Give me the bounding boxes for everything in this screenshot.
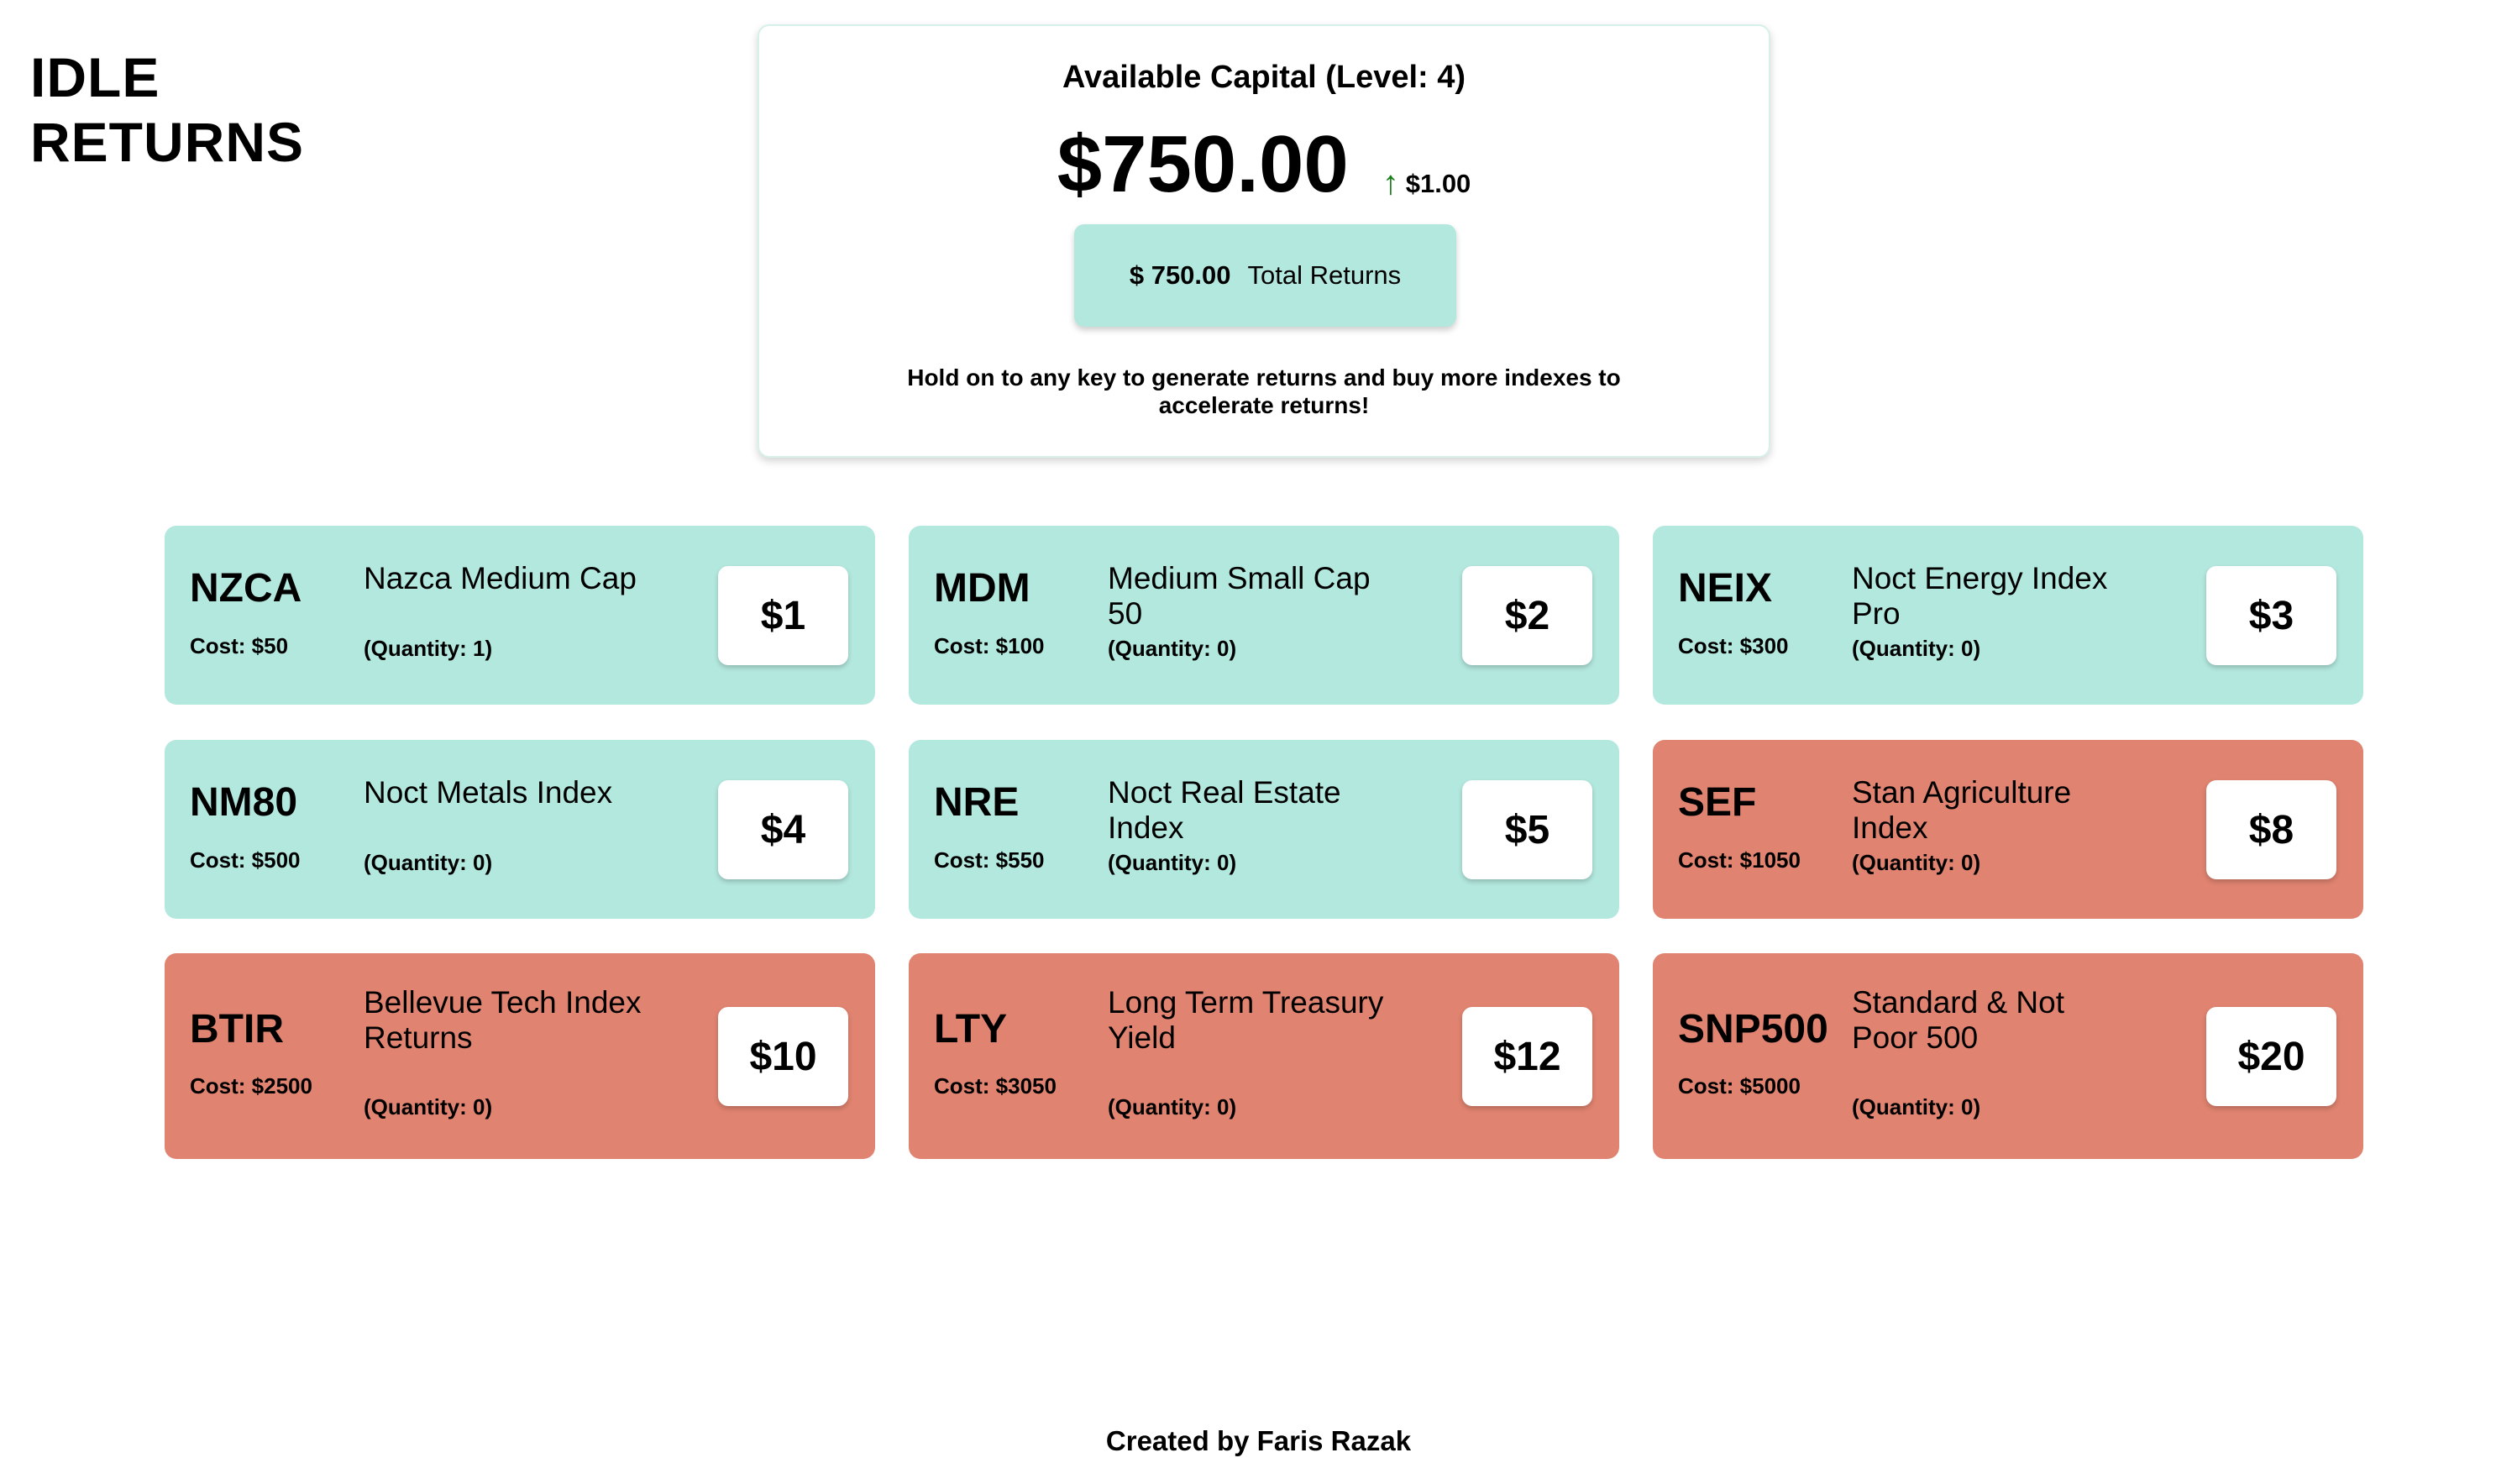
index-cost: Cost: $2500 xyxy=(190,1073,312,1099)
index-symbol: NRE xyxy=(934,780,1020,825)
index-quantity: (Quantity: 0) xyxy=(1108,636,1237,661)
index-rate-button[interactable]: $4 xyxy=(718,780,848,879)
index-rate-button[interactable]: $1 xyxy=(718,566,848,665)
index-quantity: (Quantity: 0) xyxy=(364,850,493,875)
index-cost: Cost: $1050 xyxy=(1678,847,1801,873)
index-card-mdm[interactable]: MDM Cost: $100 Medium Small Cap 50 (Quan… xyxy=(909,526,1619,705)
index-rate-button[interactable]: $12 xyxy=(1462,1007,1592,1106)
index-quantity: (Quantity: 0) xyxy=(1108,1094,1237,1120)
index-cost: Cost: $5000 xyxy=(1678,1073,1801,1099)
total-returns-box: $ 750.00 Total Returns xyxy=(1074,224,1456,327)
index-name: Medium Small Cap 50 xyxy=(1108,561,1371,631)
total-returns-amount: $ 750.00 xyxy=(1129,260,1231,290)
index-card-nre[interactable]: NRE Cost: $550 Noct Real Estate Index (Q… xyxy=(909,740,1619,919)
index-symbol: SNP500 xyxy=(1678,1007,1828,1051)
capital-title: Available Capital (Level: 4) xyxy=(1062,60,1466,95)
index-rate-button[interactable]: $20 xyxy=(2206,1007,2336,1106)
index-card-sef[interactable]: SEF Cost: $1050 Stan Agriculture Index (… xyxy=(1653,740,2363,919)
index-card-snp500[interactable]: SNP500 Cost: $5000 Standard & Not Poor 5… xyxy=(1653,953,2363,1159)
index-symbol: BTIR xyxy=(190,1007,284,1051)
index-symbol: NZCA xyxy=(190,566,302,611)
index-quantity: (Quantity: 0) xyxy=(364,1094,493,1120)
index-name: Stan Agriculture Index xyxy=(1852,775,2072,845)
index-cost: Cost: $300 xyxy=(1678,633,1789,658)
index-quantity: (Quantity: 0) xyxy=(1852,636,1981,661)
index-symbol: SEF xyxy=(1678,780,1757,825)
total-returns-label: Total Returns xyxy=(1247,260,1402,290)
index-name: Standard & Not Poor 500 xyxy=(1852,985,2064,1055)
index-name: Bellevue Tech Index Returns xyxy=(364,985,642,1055)
index-rate-button[interactable]: $3 xyxy=(2206,566,2336,665)
index-card-nzca[interactable]: NZCA Cost: $50 Nazca Medium Cap (Quantit… xyxy=(165,526,875,705)
index-symbol: MDM xyxy=(934,566,1030,611)
index-symbol: NEIX xyxy=(1678,566,1773,611)
up-arrow-icon: ↑ xyxy=(1382,165,1399,202)
index-name: Noct Metals Index xyxy=(364,775,613,810)
index-symbol: NM80 xyxy=(190,780,298,825)
index-symbol: LTY xyxy=(934,1007,1008,1051)
index-quantity: (Quantity: 1) xyxy=(364,636,493,661)
index-cost: Cost: $3050 xyxy=(934,1073,1057,1099)
index-rate-button[interactable]: $10 xyxy=(718,1007,848,1106)
capital-amount: $750.00 xyxy=(1057,119,1349,209)
index-quantity: (Quantity: 0) xyxy=(1108,850,1237,875)
instructions: Hold on to any key to generate returns a… xyxy=(907,364,1621,418)
index-cost: Cost: $500 xyxy=(190,847,301,873)
index-card-nm80[interactable]: NM80 Cost: $500 Noct Metals Index (Quant… xyxy=(165,740,875,919)
app-title: IDLE RETURNS xyxy=(30,45,304,175)
app-title-line2: RETURNS xyxy=(30,111,305,173)
index-name: Noct Energy Index Pro xyxy=(1852,561,2108,631)
index-name: Long Term Treasury Yield xyxy=(1108,985,1384,1055)
index-quantity: (Quantity: 0) xyxy=(1852,1094,1981,1120)
index-cost: Cost: $100 xyxy=(934,633,1045,658)
rate-value: $1.00 xyxy=(1405,168,1471,198)
app-title-line1: IDLE xyxy=(30,46,160,108)
index-card-lty[interactable]: LTY Cost: $3050 Long Term Treasury Yield… xyxy=(909,953,1619,1159)
index-card-neix[interactable]: NEIX Cost: $300 Noct Energy Index Pro (Q… xyxy=(1653,526,2363,705)
index-rate-button[interactable]: $2 xyxy=(1462,566,1592,665)
index-quantity: (Quantity: 0) xyxy=(1852,850,1981,875)
footer-credit: Created by Faris Razak xyxy=(1105,1425,1412,1456)
rate-per-tick: ↑ $1.00 xyxy=(1382,165,1471,202)
index-cost: Cost: $50 xyxy=(190,633,289,658)
index-name: Nazca Medium Cap xyxy=(364,561,637,595)
index-name: Noct Real Estate Index xyxy=(1108,775,1341,845)
index-card-btir[interactable]: BTIR Cost: $2500 Bellevue Tech Index Ret… xyxy=(165,953,875,1159)
capital-panel: Available Capital (Level: 4) $750.00 ↑ $… xyxy=(758,24,1770,458)
index-cost: Cost: $550 xyxy=(934,847,1045,873)
capital-row: $750.00 ↑ $1.00 xyxy=(759,118,1769,211)
index-rate-button[interactable]: $5 xyxy=(1462,780,1592,879)
index-rate-button[interactable]: $8 xyxy=(2206,780,2336,879)
